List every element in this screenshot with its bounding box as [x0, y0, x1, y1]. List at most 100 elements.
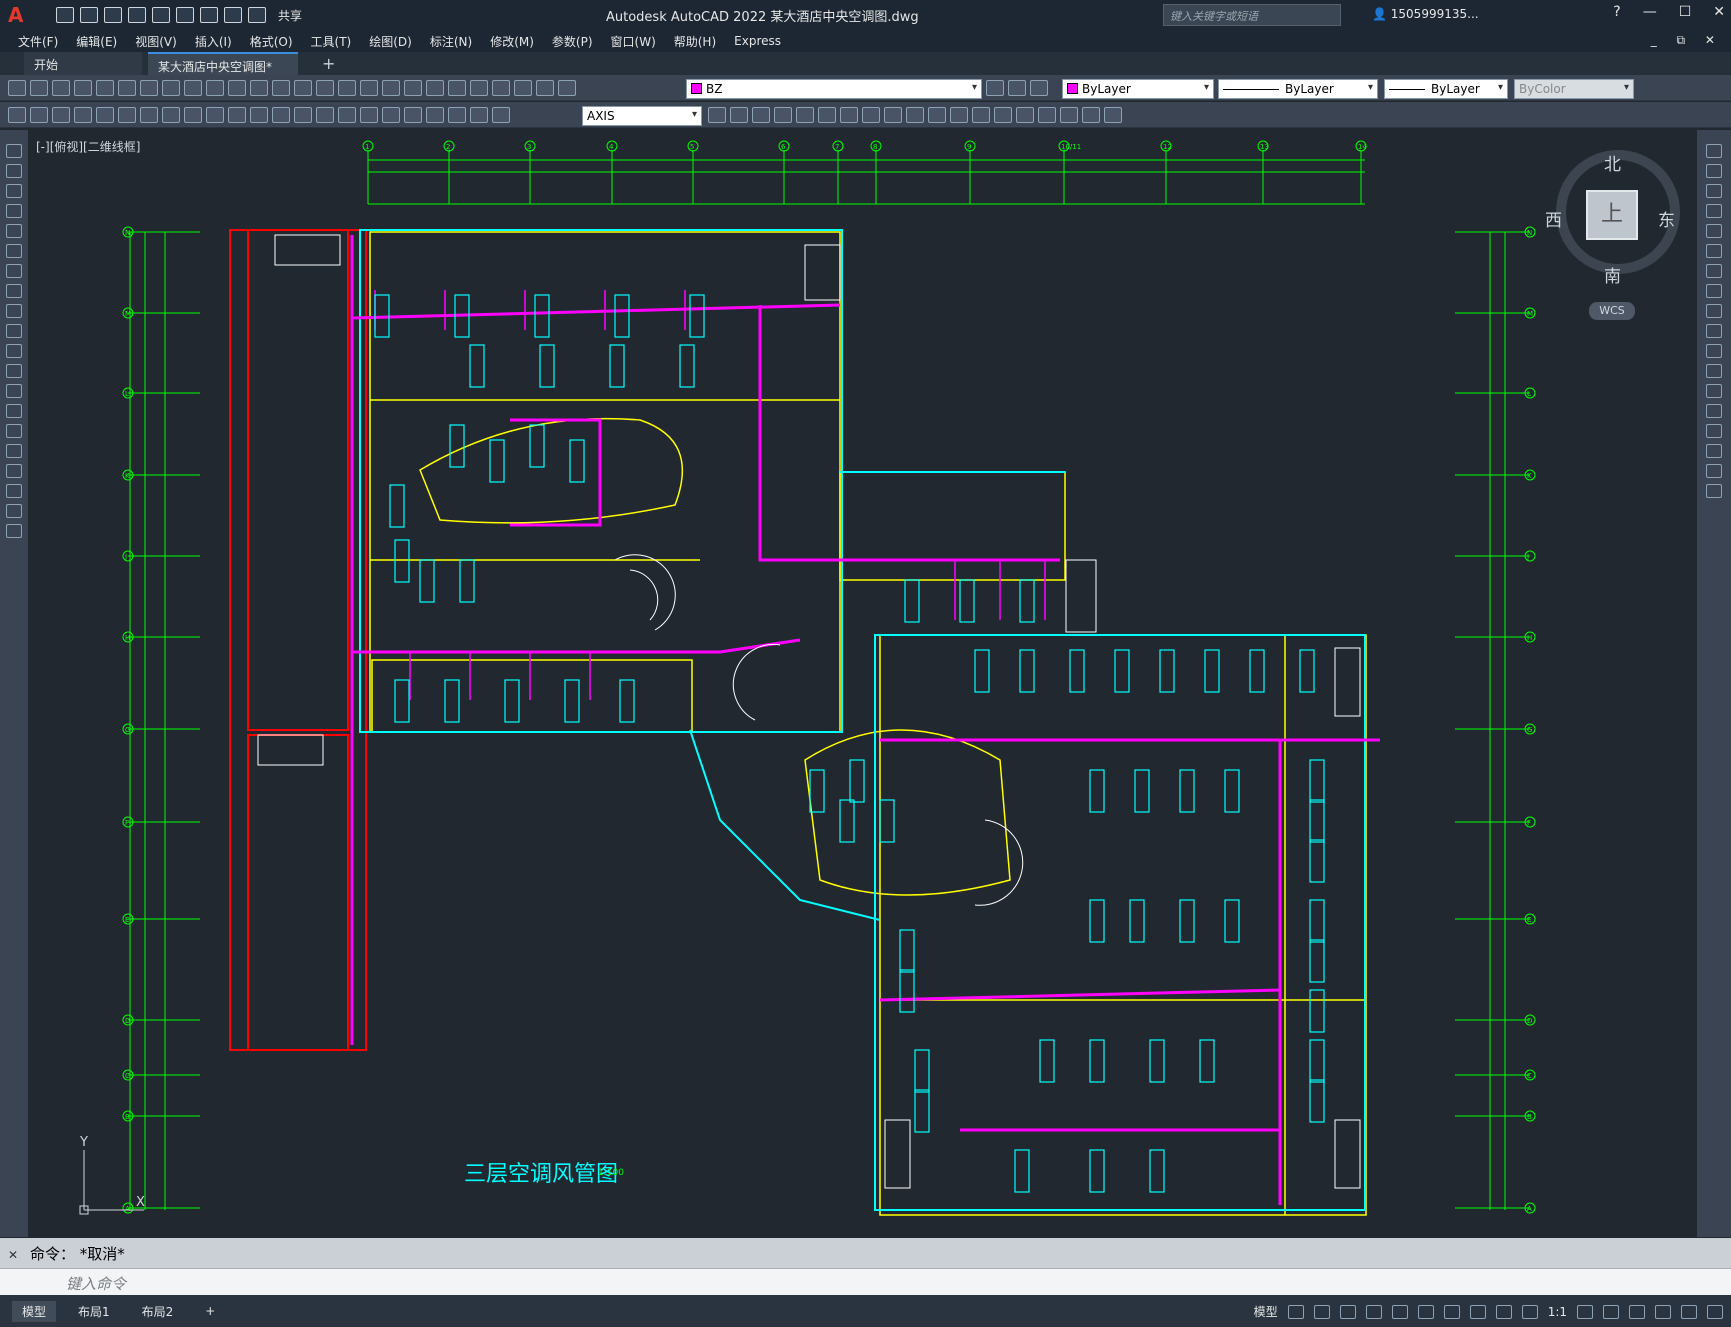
offset-icon[interactable]: [774, 107, 792, 123]
join-icon[interactable]: [972, 107, 990, 123]
wcs-menu[interactable]: WCS: [1589, 302, 1635, 320]
undo-icon[interactable]: [272, 80, 290, 96]
minimize-icon[interactable]: —: [1643, 4, 1657, 20]
save-web-icon[interactable]: [176, 7, 194, 23]
plotstyle-dropdown[interactable]: ByColor ▾: [1514, 79, 1634, 99]
dim-ordinate-icon[interactable]: [140, 107, 158, 123]
insert-block-icon[interactable]: [1082, 107, 1100, 123]
insert-block-icon[interactable]: [6, 364, 22, 378]
dim-diameter-icon[interactable]: [206, 107, 224, 123]
move-icon[interactable]: [818, 107, 836, 123]
copy-tool-icon[interactable]: [730, 107, 748, 123]
compass-east[interactable]: 东: [1658, 206, 1675, 231]
dim-style-icon[interactable]: [708, 107, 726, 123]
menu-parametric[interactable]: 参数(P): [552, 33, 593, 50]
zoom-realtime-icon[interactable]: [338, 80, 356, 96]
circle-icon[interactable]: [6, 264, 22, 278]
viewport-controls[interactable]: [-][俯视][二维线框]: [36, 138, 140, 155]
mirror-icon[interactable]: [752, 107, 770, 123]
explode-icon[interactable]: [1706, 484, 1722, 498]
tab-document[interactable]: 某大酒店中央空调图* ✕: [148, 52, 298, 89]
redo-icon[interactable]: [248, 7, 266, 23]
ellipse-icon[interactable]: [6, 324, 22, 338]
polygon-icon[interactable]: [6, 204, 22, 218]
open-icon[interactable]: [80, 7, 98, 23]
scale-icon[interactable]: [1706, 284, 1722, 298]
color-dropdown[interactable]: ByLayer ▾: [1062, 79, 1214, 99]
polar-icon[interactable]: [1365, 1304, 1382, 1319]
annotation-scale[interactable]: 1:1: [1548, 1305, 1567, 1319]
drawing-canvas[interactable]: 1 2 3 4 5 6 7 8 9 10/11 12 13 14 NNMMLLKKJJHHGGFFEED…: [28, 130, 1697, 1237]
mirror-icon[interactable]: [1706, 184, 1722, 198]
hatch-icon[interactable]: [6, 424, 22, 438]
annotation-visibility-icon[interactable]: [1495, 1304, 1512, 1319]
move-icon[interactable]: [1706, 244, 1722, 258]
menu-insert[interactable]: 插入(I): [195, 33, 232, 50]
hardware-acceleration-icon[interactable]: [1655, 1304, 1671, 1319]
extend-icon[interactable]: [1706, 344, 1722, 358]
break-icon[interactable]: [950, 107, 968, 123]
compass-south[interactable]: 南: [1604, 262, 1621, 287]
paste-icon[interactable]: [206, 80, 224, 96]
isodraft-icon[interactable]: [1391, 1304, 1408, 1319]
array-icon[interactable]: [1706, 224, 1722, 238]
qnew-icon[interactable]: [8, 80, 26, 96]
compass-west[interactable]: 西: [1545, 206, 1562, 231]
close-icon[interactable]: ✕: [1713, 4, 1725, 20]
polyline-icon[interactable]: [6, 184, 22, 198]
explode-icon[interactable]: [1038, 107, 1056, 123]
plot-icon[interactable]: [74, 80, 92, 96]
layer-dropdown[interactable]: BZ ▾: [686, 79, 982, 99]
lineweight-icon[interactable]: [1469, 1304, 1486, 1319]
quick-dim-icon[interactable]: [250, 107, 268, 123]
customize-icon[interactable]: [1707, 1304, 1723, 1319]
menu-draw[interactable]: 绘图(D): [369, 33, 412, 50]
pan-icon[interactable]: [316, 80, 334, 96]
array-icon[interactable]: [796, 107, 814, 123]
erase-icon[interactable]: [1060, 107, 1078, 123]
join-icon[interactable]: [1706, 404, 1722, 418]
rectangle-icon[interactable]: [6, 224, 22, 238]
plus-icon[interactable]: [1603, 1304, 1619, 1319]
table-icon[interactable]: [6, 484, 22, 498]
dim-arc-icon[interactable]: [118, 107, 136, 123]
publish-icon[interactable]: [118, 80, 136, 96]
cut-icon[interactable]: [162, 80, 180, 96]
dim-update-icon[interactable]: [492, 107, 510, 123]
gear-icon[interactable]: [1577, 1304, 1593, 1319]
layout-tab-1[interactable]: 布局1: [68, 1301, 120, 1322]
add-layout-button[interactable]: +: [195, 1302, 225, 1320]
layer-properties-icon[interactable]: [558, 80, 576, 96]
chamfer-icon[interactable]: [1706, 424, 1722, 438]
object-snap-tracking-icon[interactable]: [1417, 1304, 1434, 1319]
mtext-icon[interactable]: [6, 504, 22, 518]
menu-express[interactable]: Express: [734, 34, 781, 48]
undo-icon[interactable]: [224, 7, 242, 23]
open-icon[interactable]: [30, 80, 48, 96]
model-space-toggle[interactable]: 模型: [1254, 1303, 1278, 1320]
point-icon[interactable]: [6, 404, 22, 418]
menu-view[interactable]: 视图(V): [135, 33, 177, 50]
break-at-point-icon[interactable]: [1706, 364, 1722, 378]
block-editor-icon[interactable]: [250, 80, 268, 96]
grid-icon[interactable]: [1287, 1304, 1304, 1319]
dim-linear-icon[interactable]: [74, 107, 92, 123]
erase-icon[interactable]: [1706, 144, 1722, 158]
menu-modify[interactable]: 修改(M): [490, 33, 534, 50]
line-icon[interactable]: [6, 144, 22, 158]
scale-icon[interactable]: [862, 107, 880, 123]
menu-file[interactable]: 文件(F): [18, 33, 58, 50]
center-mark-icon[interactable]: [382, 107, 400, 123]
ortho-icon[interactable]: [1339, 1304, 1356, 1319]
ellipse-arc-icon[interactable]: [6, 344, 22, 358]
match-prop-icon[interactable]: [228, 80, 246, 96]
spline-icon[interactable]: [6, 304, 22, 318]
make-block-icon[interactable]: [1104, 107, 1122, 123]
layer-state-icon[interactable]: [1030, 80, 1048, 96]
new-icon[interactable]: [56, 7, 74, 23]
tool-palettes-icon[interactable]: [448, 80, 466, 96]
menu-format[interactable]: 格式(O): [250, 33, 293, 50]
preview-icon[interactable]: [96, 80, 114, 96]
sheet-set-icon[interactable]: [470, 80, 488, 96]
jogged-linear-icon[interactable]: [426, 107, 444, 123]
